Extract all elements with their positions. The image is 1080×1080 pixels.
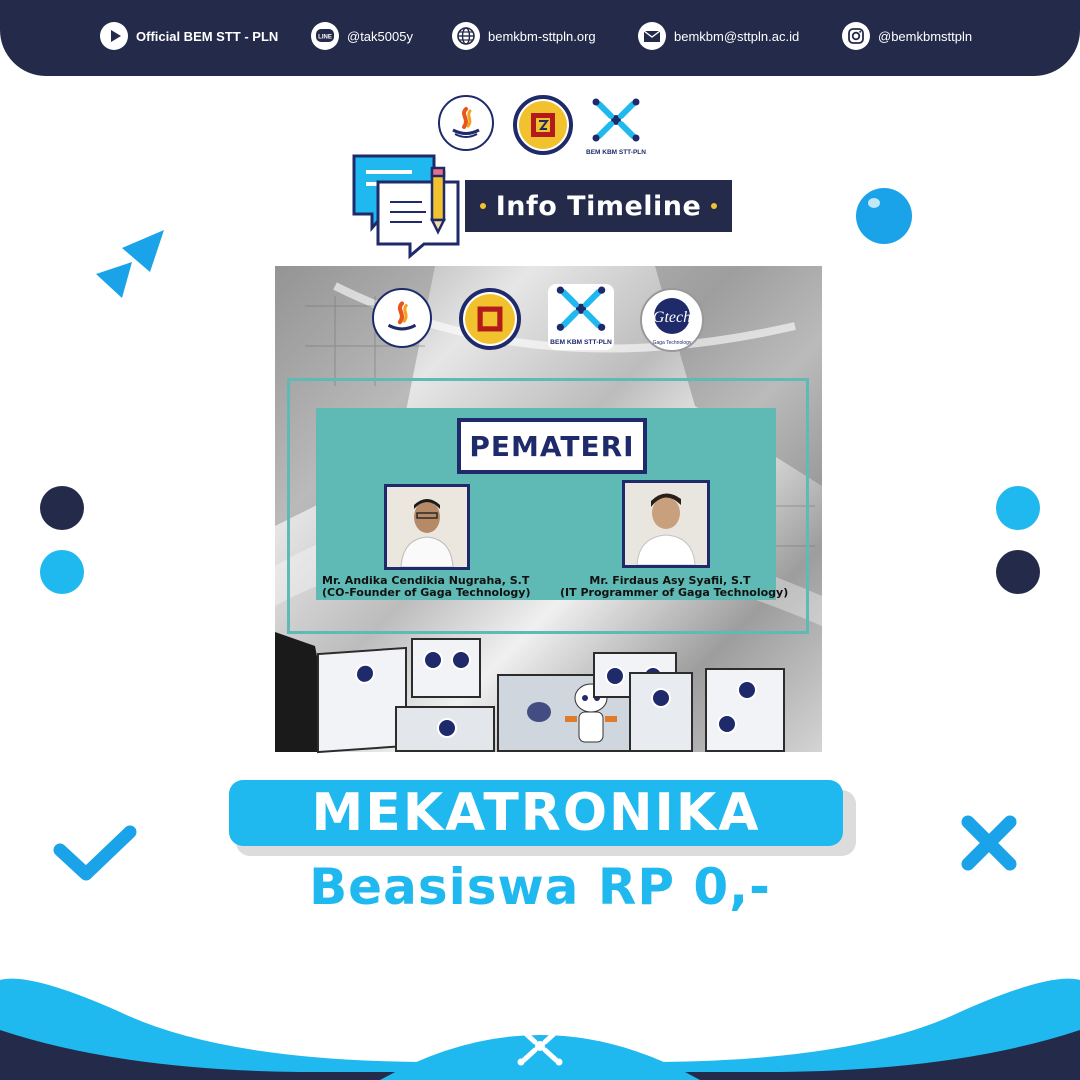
pemateri-banner: PEMATERI — [457, 418, 647, 474]
speaker-1-name: Mr. Andika Cendikia Nugraha, S.T — [322, 574, 530, 587]
product-card — [705, 668, 785, 752]
header-item-instagram[interactable]: @bemkbmsttpln — [842, 20, 972, 52]
play-icon — [100, 22, 128, 50]
instagram-icon — [842, 22, 870, 50]
speaker-photo-2 — [622, 480, 710, 568]
deco-circle-cyan-left — [40, 550, 84, 594]
header-item-website[interactable]: bemkbm-sttpln.org — [452, 20, 596, 52]
gtech-caption: Gaga Technology — [653, 340, 692, 346]
header-item-youtube[interactable]: Official BEM STT - PLN — [100, 20, 278, 52]
gtech-logo: Gtech Gaga Technology — [640, 288, 704, 352]
headline-subtitle: Beasiswa RP 0,- — [309, 858, 771, 916]
gtech-mark: Gtech — [653, 309, 691, 326]
poster-bem-logo: BEM KBM STT-PLN — [548, 284, 614, 350]
speaker-2-name: Mr. Firdaus Asy Syafii, S.T — [589, 574, 751, 587]
product-card — [411, 638, 481, 698]
info-timeline-banner: Info Timeline — [465, 180, 732, 232]
deco-circle-navy-right — [996, 550, 1040, 594]
poster-bem-caption: BEM KBM STT-PLN — [550, 339, 612, 346]
poster-kbm-logo — [459, 288, 521, 350]
product-card — [629, 672, 693, 752]
speaker-1-role: (CO-Founder of Gaga Technology) — [322, 586, 531, 599]
header-item-email[interactable]: bemkbm@sttpln.ac.id — [638, 20, 799, 52]
header-label-instagram: @bemkbmsttpln — [878, 28, 973, 44]
cross-icon — [958, 812, 1020, 874]
deco-circle-navy-left — [40, 486, 84, 530]
banner-dot-right — [711, 203, 718, 209]
deco-bubble — [856, 188, 912, 244]
banner-dot-left — [479, 203, 486, 209]
globe-icon — [452, 22, 480, 50]
header-label-youtube: Official BEM STT - PLN — [136, 28, 279, 44]
headline-title: MEKATRONIKA — [311, 783, 761, 843]
headline-box: MEKATRONIKA — [229, 780, 843, 846]
bem-logo-caption: BEM KBM STT-PLN — [586, 149, 646, 156]
kbm-stt-pln-logo — [513, 95, 573, 155]
mail-icon — [638, 22, 666, 50]
poster-stt-pln-logo — [372, 288, 432, 348]
info-timeline-title: Info Timeline — [495, 190, 702, 222]
header-item-line[interactable]: LINE @tak5005y — [311, 20, 413, 52]
header-label-website: bemkbm-sttpln.org — [488, 28, 596, 44]
check-icon — [52, 822, 138, 886]
deco-circle-cyan-right — [996, 486, 1040, 530]
chat-document-icon — [350, 152, 468, 260]
pemateri-heading: PEMATERI — [469, 429, 635, 463]
footer-bem-logo — [508, 1022, 572, 1076]
header-label-line: @tak5005y — [347, 28, 413, 44]
stt-pln-logo — [438, 95, 494, 151]
speaker-photo-1 — [384, 484, 470, 570]
product-showcase — [275, 632, 822, 754]
double-arrow-icon — [92, 228, 164, 300]
header-label-email: bemkbm@sttpln.ac.id — [674, 28, 800, 44]
bem-kbm-stt-pln-logo: BEM KBM STT-PLN — [585, 98, 647, 158]
product-card — [317, 646, 407, 754]
product-card — [395, 706, 495, 752]
svg-text:LINE: LINE — [318, 35, 332, 41]
line-icon: LINE — [311, 22, 339, 50]
speaker-2-role: (IT Programmer of Gaga Technology) — [560, 586, 789, 599]
